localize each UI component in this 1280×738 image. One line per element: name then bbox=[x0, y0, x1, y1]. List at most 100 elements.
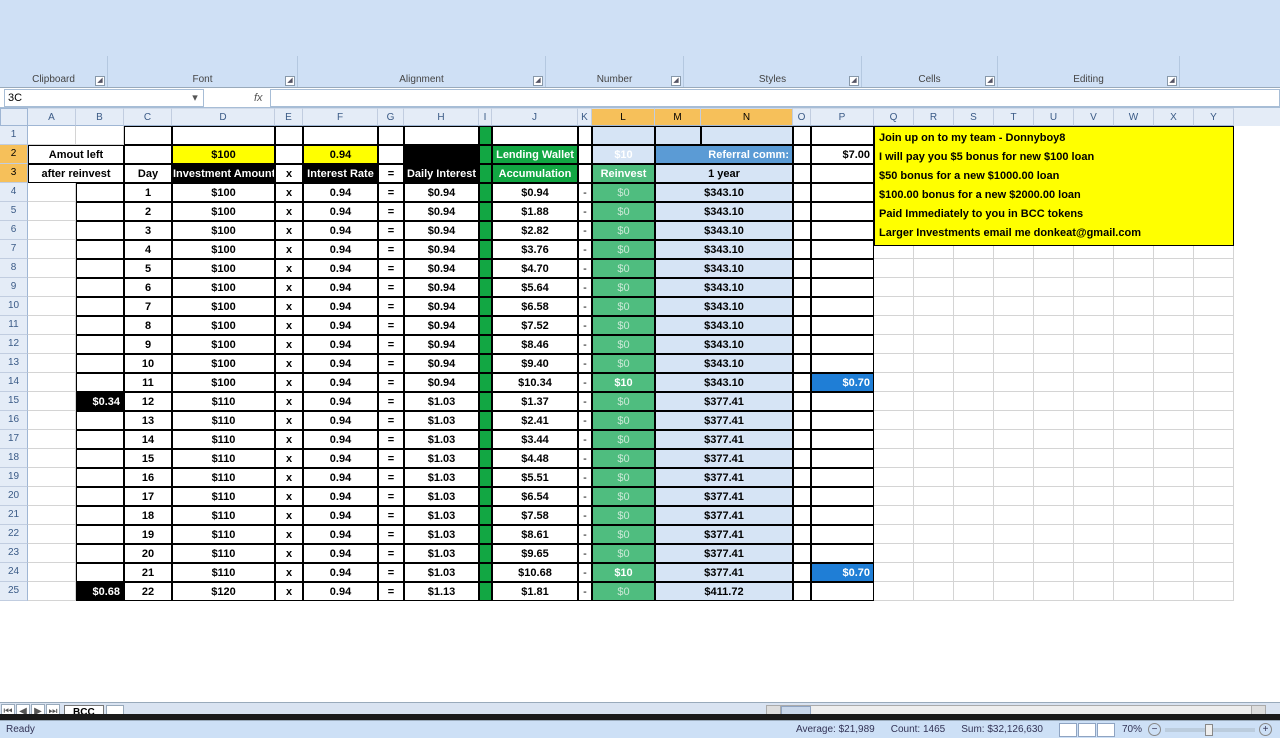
cell[interactable]: Day bbox=[124, 164, 172, 183]
cell[interactable] bbox=[994, 506, 1034, 525]
cell[interactable] bbox=[874, 392, 914, 411]
cell[interactable]: $377.41 bbox=[655, 411, 793, 430]
cell[interactable] bbox=[479, 145, 492, 164]
cell[interactable]: = bbox=[378, 335, 404, 354]
cell[interactable] bbox=[76, 487, 124, 506]
cell[interactable] bbox=[404, 126, 479, 145]
cell[interactable]: - bbox=[578, 411, 592, 430]
cell[interactable]: = bbox=[378, 259, 404, 278]
cell[interactable]: $0.94 bbox=[404, 354, 479, 373]
cell[interactable] bbox=[1074, 392, 1114, 411]
cell[interactable] bbox=[76, 316, 124, 335]
cell[interactable] bbox=[76, 335, 124, 354]
cell[interactable]: $3.44 bbox=[492, 430, 578, 449]
cell[interactable] bbox=[76, 259, 124, 278]
cell[interactable] bbox=[1074, 316, 1114, 335]
cell[interactable]: $1.03 bbox=[404, 449, 479, 468]
cell[interactable]: $110 bbox=[172, 449, 275, 468]
row-header-21[interactable]: 21 bbox=[0, 506, 28, 525]
cell[interactable]: - bbox=[578, 525, 592, 544]
cell[interactable] bbox=[1034, 373, 1074, 392]
cell[interactable] bbox=[578, 126, 592, 145]
cell[interactable]: 0.94 bbox=[303, 335, 378, 354]
cell[interactable] bbox=[28, 221, 76, 240]
cell[interactable] bbox=[378, 126, 404, 145]
cell[interactable]: 0.94 bbox=[303, 240, 378, 259]
cell[interactable] bbox=[914, 525, 954, 544]
cell[interactable]: $6.54 bbox=[492, 487, 578, 506]
cell[interactable]: $10 bbox=[592, 145, 655, 164]
cell[interactable] bbox=[793, 430, 811, 449]
cell[interactable]: $4.70 bbox=[492, 259, 578, 278]
cell[interactable]: 0.94 bbox=[303, 259, 378, 278]
cell[interactable]: 0.94 bbox=[303, 392, 378, 411]
cell[interactable]: Amout left bbox=[28, 145, 124, 164]
cell[interactable]: 0.94 bbox=[303, 506, 378, 525]
col-header-K[interactable]: K bbox=[578, 108, 592, 126]
cell[interactable]: $10.34 bbox=[492, 373, 578, 392]
cell[interactable]: $110 bbox=[172, 411, 275, 430]
cell[interactable] bbox=[1154, 411, 1194, 430]
cell[interactable]: x bbox=[275, 221, 303, 240]
cell[interactable] bbox=[874, 316, 914, 335]
cell[interactable] bbox=[479, 259, 492, 278]
cell[interactable]: 14 bbox=[124, 430, 172, 449]
cell[interactable] bbox=[479, 430, 492, 449]
cell[interactable] bbox=[811, 544, 874, 563]
cell[interactable] bbox=[578, 145, 592, 164]
col-header-S[interactable]: S bbox=[954, 108, 994, 126]
cell[interactable]: 13 bbox=[124, 411, 172, 430]
cell[interactable]: $110 bbox=[172, 430, 275, 449]
cell[interactable] bbox=[28, 392, 76, 411]
cell[interactable]: $110 bbox=[172, 392, 275, 411]
cell[interactable]: $1.81 bbox=[492, 582, 578, 601]
cell[interactable] bbox=[954, 373, 994, 392]
cell[interactable] bbox=[1034, 563, 1074, 582]
cell[interactable] bbox=[1154, 449, 1194, 468]
cell[interactable]: 0.94 bbox=[303, 468, 378, 487]
cell[interactable] bbox=[1154, 259, 1194, 278]
select-all-corner[interactable] bbox=[0, 108, 28, 126]
cell[interactable] bbox=[811, 202, 874, 221]
cell[interactable] bbox=[914, 506, 954, 525]
ribbon-group-editing[interactable]: Editing◢ bbox=[998, 56, 1180, 87]
cell[interactable]: $343.10 bbox=[655, 297, 793, 316]
cell[interactable] bbox=[1114, 563, 1154, 582]
cell[interactable]: $0.94 bbox=[404, 183, 479, 202]
cell[interactable] bbox=[1194, 392, 1234, 411]
cell[interactable]: $0 bbox=[592, 449, 655, 468]
cell[interactable] bbox=[954, 525, 994, 544]
cell[interactable]: $110 bbox=[172, 468, 275, 487]
cell[interactable] bbox=[793, 316, 811, 335]
cell[interactable]: 20 bbox=[124, 544, 172, 563]
cell[interactable]: $377.41 bbox=[655, 563, 793, 582]
cell[interactable] bbox=[479, 354, 492, 373]
cell[interactable] bbox=[1154, 316, 1194, 335]
cell[interactable]: - bbox=[578, 221, 592, 240]
cell[interactable]: = bbox=[378, 582, 404, 601]
cell[interactable] bbox=[1074, 354, 1114, 373]
cell[interactable] bbox=[1194, 278, 1234, 297]
row-header-24[interactable]: 24 bbox=[0, 563, 28, 582]
cell[interactable]: $100 bbox=[172, 221, 275, 240]
cell[interactable] bbox=[811, 392, 874, 411]
cell[interactable]: - bbox=[578, 373, 592, 392]
cell[interactable]: $343.10 bbox=[655, 202, 793, 221]
cell[interactable] bbox=[1194, 297, 1234, 316]
dialog-launcher-icon[interactable]: ◢ bbox=[849, 76, 859, 86]
cell[interactable]: - bbox=[578, 316, 592, 335]
col-header-F[interactable]: F bbox=[303, 108, 378, 126]
cell[interactable]: 7 bbox=[124, 297, 172, 316]
col-header-O[interactable]: O bbox=[793, 108, 811, 126]
fx-icon[interactable]: fx bbox=[254, 92, 266, 104]
cell[interactable]: - bbox=[578, 278, 592, 297]
cell[interactable]: $343.10 bbox=[655, 259, 793, 278]
ribbon-group-font[interactable]: Font◢ bbox=[108, 56, 298, 87]
cell[interactable] bbox=[994, 544, 1034, 563]
row-header-19[interactable]: 19 bbox=[0, 468, 28, 487]
cell[interactable]: 22 bbox=[124, 582, 172, 601]
cell[interactable]: x bbox=[275, 544, 303, 563]
cell[interactable]: $0.94 bbox=[404, 335, 479, 354]
row-header-16[interactable]: 16 bbox=[0, 411, 28, 430]
cell[interactable]: 3 bbox=[124, 221, 172, 240]
